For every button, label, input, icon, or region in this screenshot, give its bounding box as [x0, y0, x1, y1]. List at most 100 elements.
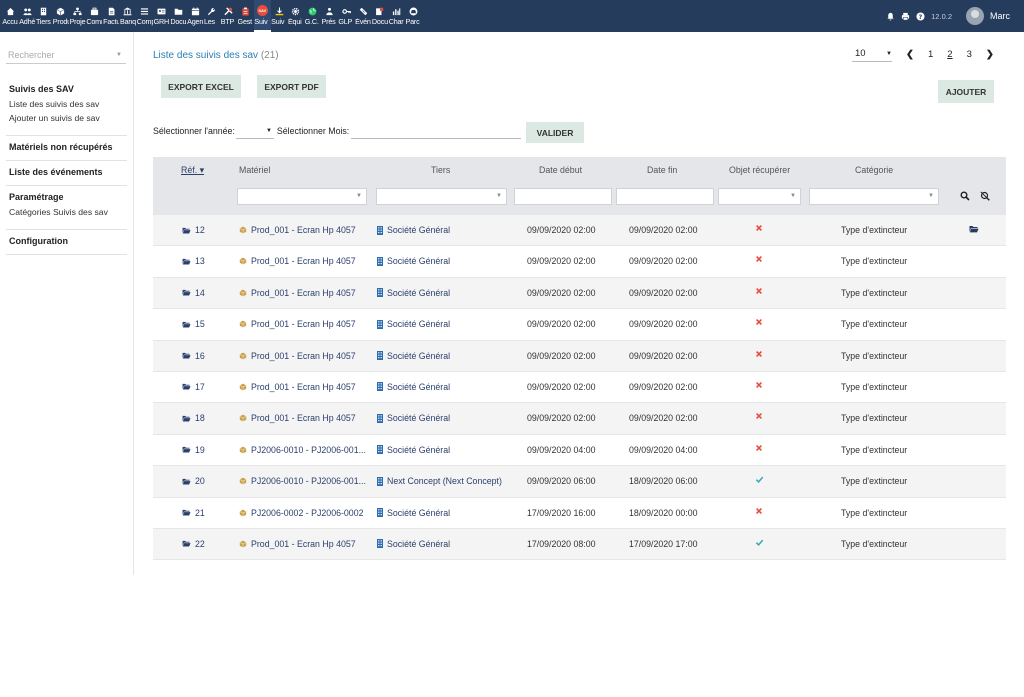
table-row[interactable]: 15 Prod_001 - Ecran Hp 4057 Société Généra…	[153, 309, 1006, 341]
sidebar-title-configuration[interactable]: Configuration	[9, 236, 124, 246]
topmenu-item-24[interactable]: Parc	[405, 0, 422, 32]
tiers-link[interactable]: Société Général	[377, 382, 450, 392]
table-row[interactable]: 22 Prod_001 - Ecran Hp 4057 Société Généra…	[153, 528, 1006, 561]
page-size-select[interactable]: 10 ▼	[852, 46, 892, 62]
page-2-link[interactable]: 2	[947, 49, 952, 60]
col-ref-sort[interactable]: Réf. ▾	[181, 165, 204, 176]
table-row[interactable]: 18 Prod_001 - Ecran Hp 4057 Société Généra…	[153, 403, 1006, 435]
materiel-link[interactable]: Prod_001 - Ecran Hp 4057	[239, 256, 356, 266]
topmenu-item-10[interactable]: Docu	[170, 0, 187, 32]
topmenu-item-2[interactable]: Tiers	[36, 0, 53, 32]
ref-link[interactable]: 21	[182, 508, 205, 518]
materiel-link[interactable]: Prod_001 - Ecran Hp 4057	[239, 413, 356, 423]
bell-icon[interactable]	[886, 12, 895, 21]
tiers-link[interactable]: Société Général	[377, 256, 450, 266]
table-row[interactable]: 16 Prod_001 - Ecran Hp 4057 Société Généra…	[153, 340, 1006, 372]
tiers-link[interactable]: Société Général	[377, 508, 450, 518]
tiers-link[interactable]: Société Général	[377, 539, 450, 549]
topmenu-item-14[interactable]: Gest	[237, 0, 254, 32]
materiel-link[interactable]: PJ2006-0002 - PJ2006-0002	[239, 508, 364, 518]
next-page-icon[interactable]: ❯	[986, 49, 994, 60]
tiers-link[interactable]: Société Général	[377, 351, 450, 361]
topmenu-item-11[interactable]: Agen	[187, 0, 204, 32]
filter-tiers[interactable]: ▼	[376, 188, 507, 205]
sidebar-item-categories[interactable]: Catégories Suivis des sav	[9, 207, 124, 217]
topmenu-item-22[interactable]: Docu	[372, 0, 389, 32]
clear-search-icon[interactable]	[980, 191, 990, 201]
table-row[interactable]: 12 Prod_001 - Ecran Hp 4057 Société Généra…	[153, 215, 1006, 247]
topmenu-item-6[interactable]: Factu	[103, 0, 120, 32]
topmenu-item-9[interactable]: GRH	[153, 0, 170, 32]
topmenu-item-15[interactable]: SAV Suiv	[253, 0, 271, 32]
materiel-link[interactable]: Prod_001 - Ecran Hp 4057	[239, 539, 356, 549]
filter-objet[interactable]: ▼	[718, 188, 801, 205]
year-select[interactable]: ▼	[235, 123, 274, 139]
ref-link[interactable]: 15	[182, 319, 205, 329]
filter-materiel[interactable]: ▼	[237, 188, 367, 205]
filter-categorie[interactable]: ▼	[809, 188, 939, 205]
table-row[interactable]: 17 Prod_001 - Ecran Hp 4057 Société Généra…	[153, 372, 1006, 404]
tiers-link[interactable]: Société Général	[377, 225, 450, 235]
table-row[interactable]: 13 Prod_001 - Ecran Hp 4057 Société Généra…	[153, 246, 1006, 278]
month-input[interactable]	[351, 123, 522, 139]
topmenu-item-12[interactable]: Les	[204, 0, 221, 32]
topmenu-item-17[interactable]: Équi	[288, 0, 305, 32]
materiel-link[interactable]: Prod_001 - Ecran Hp 4057	[239, 351, 356, 361]
validate-button[interactable]: VALIDER	[526, 122, 584, 143]
page-1-link[interactable]: 1	[928, 49, 933, 60]
table-row[interactable]: 21 PJ2006-0002 - PJ2006-0002 Société Génér…	[153, 498, 1006, 529]
materiel-link[interactable]: Prod_001 - Ecran Hp 4057	[239, 225, 356, 235]
ref-link[interactable]: 20	[182, 476, 205, 486]
sidebar-title-materiels[interactable]: Matériels non récupérés	[9, 142, 124, 152]
ref-link[interactable]: 19	[182, 445, 205, 455]
avatar[interactable]	[966, 7, 984, 25]
table-row[interactable]: 19 PJ2006-0010 - PJ2006-001... Société Gén…	[153, 435, 1006, 467]
materiel-link[interactable]: Prod_001 - Ecran Hp 4057	[239, 319, 356, 329]
materiel-link[interactable]: PJ2006-0010 - PJ2006-001...	[239, 476, 366, 486]
page-3-link[interactable]: 3	[967, 49, 972, 60]
sidebar-item-ajouter-sav[interactable]: Ajouter un suivis de sav	[9, 113, 124, 123]
topmenu-item-19[interactable]: Prés	[321, 0, 338, 32]
prev-page-icon[interactable]: ❮	[906, 49, 914, 60]
ref-link[interactable]: 22	[182, 539, 205, 549]
user-name[interactable]: Marc	[990, 11, 1010, 21]
topmenu-item-13[interactable]: BTP	[220, 0, 237, 32]
topmenu-item-23[interactable]: Char	[388, 0, 405, 32]
sidebar-title-sav[interactable]: Suivis des SAV	[9, 84, 124, 94]
ref-link[interactable]: 17	[182, 382, 205, 392]
tiers-link[interactable]: Next Concept (Next Concept)	[377, 476, 502, 486]
materiel-link[interactable]: Prod_001 - Ecran Hp 4057	[239, 288, 356, 298]
ref-link[interactable]: 14	[182, 288, 205, 298]
topmenu-item-20[interactable]: GLP	[338, 0, 355, 32]
ref-link[interactable]: 13	[182, 256, 205, 266]
help-icon[interactable]: ?	[916, 11, 925, 21]
tiers-link[interactable]: Société Général	[377, 288, 450, 298]
topmenu-item-4[interactable]: Proje	[69, 0, 86, 32]
search-input[interactable]: Rechercher ▼	[6, 46, 126, 64]
search-icon[interactable]	[960, 191, 970, 201]
topmenu-item-3[interactable]: Produ	[52, 0, 69, 32]
ref-link[interactable]: 18	[182, 413, 205, 423]
materiel-link[interactable]: Prod_001 - Ecran Hp 4057	[239, 382, 356, 392]
filter-date-debut[interactable]	[514, 188, 612, 205]
topmenu-item-0[interactable]: Accu	[2, 0, 19, 32]
export-excel-button[interactable]: EXPORT EXCEL	[161, 75, 241, 98]
topmenu-item-16[interactable]: Suiv	[271, 0, 288, 32]
topmenu-item-5[interactable]: Comm	[86, 0, 103, 32]
table-row[interactable]: 20 PJ2006-0010 - PJ2006-001... Next Concep…	[153, 466, 1006, 498]
materiel-link[interactable]: PJ2006-0010 - PJ2006-001...	[239, 445, 366, 455]
print-icon[interactable]	[901, 12, 910, 21]
open-folder-icon[interactable]	[969, 225, 979, 233]
add-button[interactable]: AJOUTER	[938, 80, 994, 103]
sidebar-item-liste-sav[interactable]: Liste des suivis des sav	[9, 99, 124, 109]
ref-link[interactable]: 16	[182, 351, 205, 361]
topmenu-item-1[interactable]: Adhé	[19, 0, 36, 32]
filter-date-fin[interactable]	[616, 188, 714, 205]
tiers-link[interactable]: Société Général	[377, 445, 450, 455]
topmenu-item-7[interactable]: Banq	[120, 0, 137, 32]
tiers-link[interactable]: Société Général	[377, 319, 450, 329]
ref-link[interactable]: 12	[182, 225, 205, 235]
topmenu-item-21[interactable]: Évén	[355, 0, 372, 32]
export-pdf-button[interactable]: EXPORT PDF	[257, 75, 326, 98]
topmenu-item-18[interactable]: G.C.	[304, 0, 321, 32]
